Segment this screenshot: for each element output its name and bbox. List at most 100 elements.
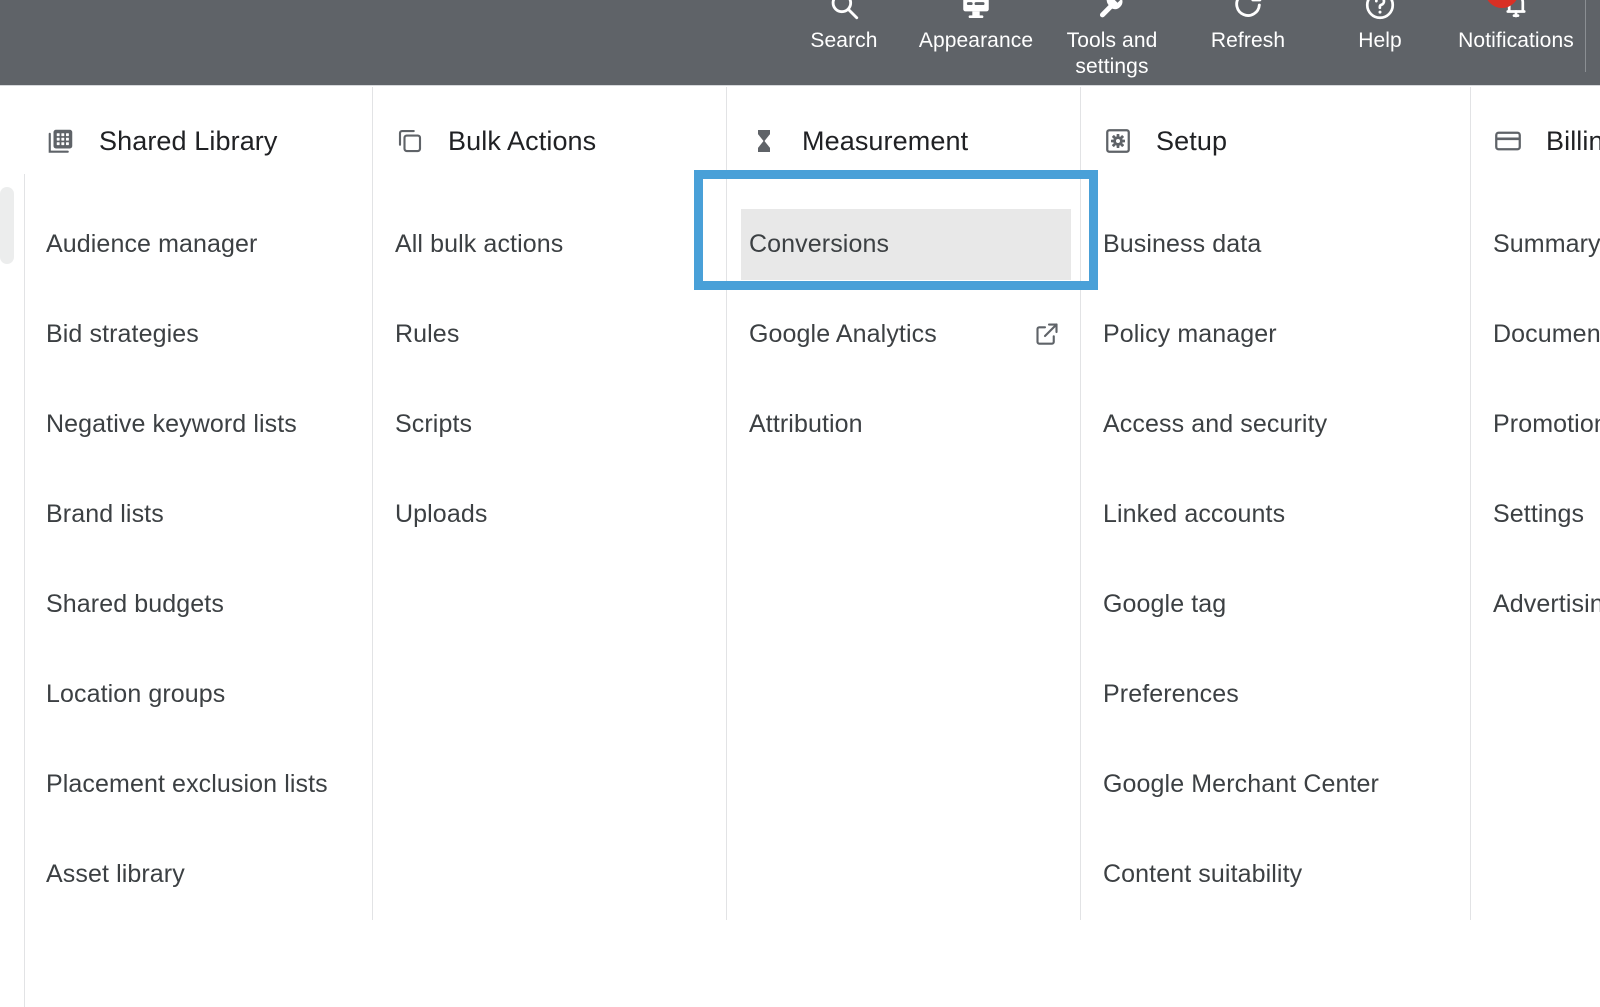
menu-item-label: Attribution [749,409,863,438]
menu-item-label: Audience manager [46,229,258,258]
menu-item-label: Scripts [395,409,473,438]
copy-layers-icon [395,126,425,156]
menu-item-label: Asset library [46,859,185,888]
menu-item-label: Linked accounts [1103,499,1286,528]
menu-item-linked-accounts[interactable]: Linked accounts [1081,469,1470,559]
topbar-search-label: Search [810,29,878,52]
topbar-refresh-button[interactable]: Refresh [1182,0,1314,54]
topbar-right-divider [1585,0,1586,72]
top-navigation-bar: Search Appearance Tools and settings Ref… [0,0,1600,86]
notifications-bell-icon [1485,0,1533,22]
topbar-refresh-label: Refresh [1210,29,1286,52]
menu-item-preferences[interactable]: Preferences [1081,649,1470,739]
menu-item-label: Advertising [1493,589,1600,618]
menu-item-label: Preferences [1103,679,1239,708]
appearance-icon [959,0,993,22]
menu-item-label: Location groups [46,679,226,708]
menu-item-label: Business data [1103,229,1262,258]
column-items-measurement: Conversions Google Analytics Attribution [727,169,1080,469]
external-link-icon [1032,319,1062,349]
menu-item-label: Conversions [749,230,890,258]
menu-item-asset-library[interactable]: Asset library [24,829,372,919]
menu-item-rules[interactable]: Rules [373,289,726,379]
menu-item-settings[interactable]: Settings [1471,469,1600,559]
menu-item-business-data[interactable]: Business data [1081,199,1470,289]
menu-item-conversions[interactable]: Conversions [741,209,1071,280]
menu-item-conversions-wrapper: Conversions [727,199,1080,289]
topbar-tools-label: Tools and settings [1066,29,1158,78]
tools-and-settings-icon [1095,0,1129,22]
menu-item-label: Google Merchant Center [1103,769,1379,798]
topbar-actions: Search Appearance Tools and settings Ref… [778,0,1586,86]
refresh-icon [1231,0,1265,22]
tools-and-settings-menu-panel: Shared Library Audience manager Bid stra… [0,87,1600,1007]
menu-item-label: Summary [1493,229,1600,258]
column-header-bulk-actions: Bulk Actions [373,113,726,169]
topbar-notifications-button[interactable]: Notifications [1446,0,1586,54]
menu-item-label: All bulk actions [395,229,564,258]
menu-column-bulk-actions: Bulk Actions All bulk actions Rules Scri… [373,87,727,920]
menu-item-content-suitability[interactable]: Content suitability [1081,829,1470,919]
menu-item-attribution[interactable]: Attribution [727,379,1080,469]
column-title-setup: Setup [1156,125,1228,156]
menu-item-label: Shared budgets [46,589,224,618]
menu-item-advertising[interactable]: Advertising [1471,559,1600,649]
topbar-notifications-label: Notifications [1458,29,1574,52]
menu-item-google-tag[interactable]: Google tag [1081,559,1470,649]
topbar-tools-and-settings-button[interactable]: Tools and settings [1042,0,1182,80]
column-items-shared-library: Audience manager Bid strategies Negative… [24,169,372,919]
menu-item-label: Brand lists [46,499,164,528]
menu-item-all-bulk-actions[interactable]: All bulk actions [373,199,726,289]
menu-item-summary[interactable]: Summary [1471,199,1600,289]
topbar-appearance-label: Appearance [918,29,1034,52]
menu-item-brand-lists[interactable]: Brand lists [24,469,372,559]
menu-item-access-and-security[interactable]: Access and security [1081,379,1470,469]
menu-item-bid-strategies[interactable]: Bid strategies [24,289,372,379]
topbar-help-label: Help [1358,29,1402,52]
menu-item-label: Google Analytics [749,319,937,348]
topbar-help-button[interactable]: Help [1314,0,1446,54]
gear-box-icon [1103,126,1133,156]
menu-item-scripts[interactable]: Scripts [373,379,726,469]
menu-column-measurement: Measurement Conversions Google Analytics [727,87,1081,920]
column-header-shared-library: Shared Library [24,113,372,169]
menu-item-promotions[interactable]: Promotions [1471,379,1600,469]
topbar-appearance-button[interactable]: Appearance [910,0,1042,54]
column-title-bulk-actions: Bulk Actions [448,125,597,156]
menu-column-setup: Setup Business data Policy manager Acces… [1081,87,1471,920]
menu-item-google-merchant-center[interactable]: Google Merchant Center [1081,739,1470,829]
menu-item-label: Placement exclusion lists [46,769,328,798]
menu-item-location-groups[interactable]: Location groups [24,649,372,739]
column-title-shared-library: Shared Library [99,125,278,156]
page-scrollbar-thumb[interactable] [0,187,14,264]
menu-item-google-analytics[interactable]: Google Analytics [727,289,1080,379]
menu-item-label: Policy manager [1103,319,1277,348]
column-header-measurement: Measurement [727,113,1080,169]
hourglass-icon [749,126,779,156]
menu-item-audience-manager[interactable]: Audience manager [24,199,372,289]
column-items-billing: Summary Documents Promotions Settings Ad… [1471,169,1600,649]
topbar-search-button[interactable]: Search [778,0,910,54]
menu-column-shared-library: Shared Library Audience manager Bid stra… [24,87,373,920]
menu-item-policy-manager[interactable]: Policy manager [1081,289,1470,379]
credit-card-icon [1493,126,1523,156]
search-icon [827,0,861,22]
column-items-bulk-actions: All bulk actions Rules Scripts Uploads [373,169,726,559]
menu-item-negative-keyword-lists[interactable]: Negative keyword lists [24,379,372,469]
column-title-billing: Billing [1546,125,1600,156]
menu-item-documents[interactable]: Documents [1471,289,1600,379]
menu-item-placement-exclusion-lists[interactable]: Placement exclusion lists [24,739,372,829]
menu-columns: Shared Library Audience manager Bid stra… [24,87,1600,920]
menu-item-label: Bid strategies [46,319,199,348]
menu-item-label: Content suitability [1103,859,1303,888]
menu-item-label: Documents [1493,319,1600,348]
menu-item-label: Promotions [1493,409,1600,438]
menu-column-billing: Billing Summary Documents Promotions Set… [1471,87,1600,920]
menu-item-uploads[interactable]: Uploads [373,469,726,559]
column-header-setup: Setup [1081,113,1470,169]
menu-item-label: Negative keyword lists [46,409,297,438]
menu-item-label: Rules [395,319,460,348]
menu-item-shared-budgets[interactable]: Shared budgets [24,559,372,649]
menu-item-label: Google tag [1103,589,1227,618]
menu-item-label: Access and security [1103,409,1328,438]
